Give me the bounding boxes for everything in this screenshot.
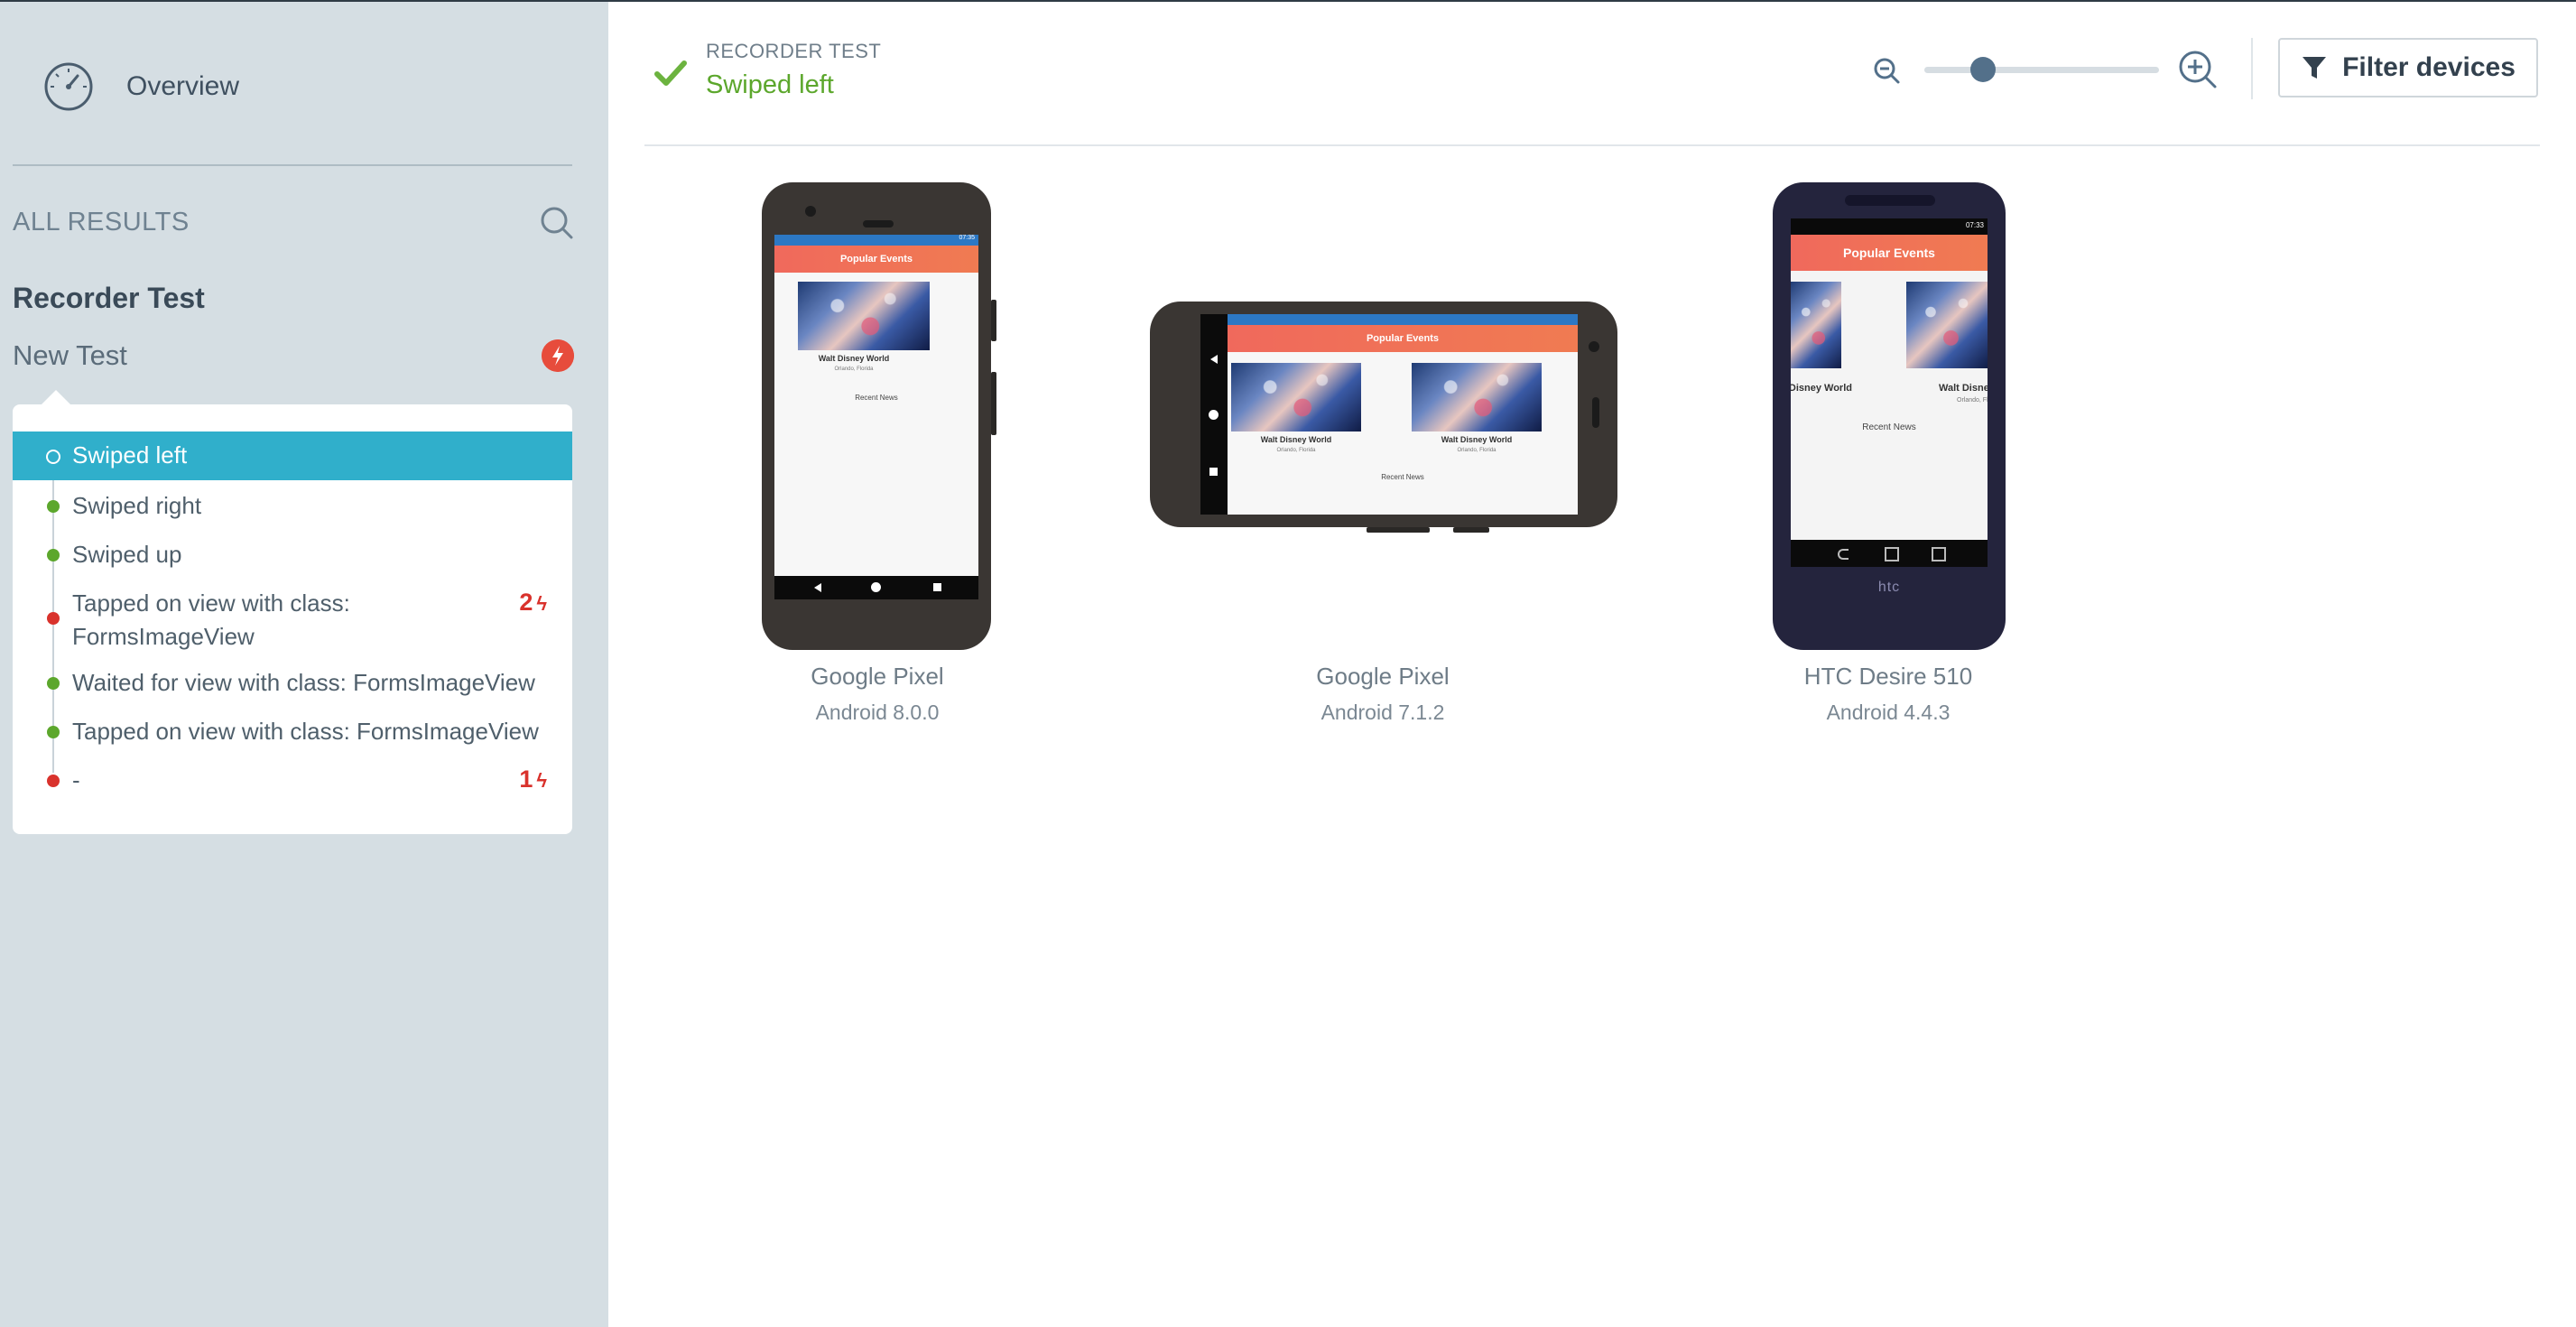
step-status-dot	[47, 612, 60, 625]
all-results-heading: ALL RESULTS	[13, 208, 190, 237]
device-os-version: Android 4.4.3	[1826, 701, 1951, 724]
event-title: Walt Disney World	[1260, 435, 1332, 444]
app-bar-title: Popular Events	[1228, 325, 1578, 352]
zoom-in-icon[interactable]	[2177, 49, 2219, 90]
filter-icon	[2303, 57, 2327, 79]
lightning-icon	[542, 339, 574, 372]
failure-count: 2ϟ	[519, 589, 547, 617]
sidebar: Overview ALL RESULTS Recorder Test New T…	[0, 2, 608, 1327]
toolbar-separator	[2251, 38, 2253, 99]
event-image	[1412, 363, 1542, 432]
event-location: Orlando, Florida	[1457, 448, 1496, 453]
status-time: 07:35	[959, 235, 975, 241]
event-title: Walt Disney World	[1441, 435, 1513, 444]
step-label: Waited for view with class: FormsImageVi…	[72, 669, 535, 696]
step-label: -	[72, 766, 80, 793]
lightning-icon: ϟ	[536, 592, 547, 615]
step-status-dot	[47, 500, 60, 513]
phone-frame: 07:35 Popular Events Walt Disney World O…	[762, 182, 996, 650]
device-screen: Popular Events Walt Disney World Walt Di…	[1200, 314, 1578, 515]
android-nav-bar	[774, 576, 978, 599]
page-title: Swiped left	[706, 70, 834, 99]
step-label: Swiped up	[72, 541, 182, 568]
step-status-dot	[47, 549, 60, 561]
device-name: HTC Desire 510	[1803, 663, 1973, 690]
app-bar-title: Popular Events	[1791, 235, 1988, 271]
zoom-slider-handle[interactable]	[1970, 57, 1996, 82]
device-card[interactable]: 07:33 Popular Events Walt Disney World W…	[1773, 182, 2007, 652]
step-item[interactable]: Swiped up	[13, 531, 572, 580]
device-card[interactable]: 07:35 Popular Events Walt Disney World O…	[762, 182, 996, 652]
status-time: 07:33	[1965, 221, 1984, 229]
step-list: Swiped left Swiped right Swiped up Tappe…	[13, 404, 572, 834]
phone-frame: Popular Events Walt Disney World Walt Di…	[1150, 302, 1617, 533]
step-item[interactable]: Tapped on view with class: FormsImageVie…	[13, 580, 572, 655]
step-status-dot	[47, 726, 60, 738]
device-name: Google Pixel	[1316, 663, 1450, 690]
step-label: Tapped on view with class: FormsImageVie…	[72, 589, 350, 650]
filter-devices-button[interactable]: Filter devices	[2278, 38, 2538, 97]
event-image	[1231, 363, 1361, 432]
event-location: Orlando, Florida	[1957, 397, 1988, 404]
failure-count-value: 1	[519, 766, 533, 793]
checkmark-icon	[654, 60, 687, 86]
event-title: Walt Disney World	[1939, 383, 1988, 394]
test-name-item[interactable]: New Test	[13, 339, 127, 372]
device-os-version: Android 7.1.2	[1320, 701, 1445, 724]
event-location: Orlando, Florida	[834, 367, 874, 372]
breadcrumb: RECORDER TEST	[706, 40, 882, 62]
step-item[interactable]: Waited for view with class: FormsImageVi…	[13, 659, 572, 708]
section-title: Recent News	[855, 394, 898, 402]
step-item[interactable]: Swiped right	[13, 482, 572, 531]
step-label: Swiped left	[72, 441, 188, 469]
event-image	[1791, 282, 1841, 368]
filter-devices-label: Filter devices	[2342, 52, 2516, 82]
step-item[interactable]: Swiped left	[13, 432, 572, 480]
app-bar-title: Popular Events	[774, 246, 978, 273]
failure-count: 1ϟ	[519, 766, 547, 793]
step-label: Tapped on view with class: FormsImageVie…	[72, 718, 539, 745]
step-item[interactable]: Tapped on view with class: FormsImageVie…	[13, 708, 572, 756]
event-image	[1906, 282, 1988, 368]
panel-pointer	[42, 390, 70, 404]
lightning-icon: ϟ	[536, 769, 547, 792]
event-title: Walt Disney World	[1791, 383, 1852, 394]
zoom-out-icon[interactable]	[1872, 56, 1901, 85]
section-title: Recent News	[1381, 473, 1424, 481]
overview-nav-item[interactable]: Overview	[42, 60, 239, 114]
sidebar-divider	[13, 164, 572, 166]
device-os-version: Android 8.0.0	[815, 701, 940, 724]
htc-logo: htc	[1877, 580, 1901, 595]
event-location: Orlando, Florida	[1276, 448, 1316, 453]
device-screen: 07:35 Popular Events Walt Disney World O…	[774, 235, 978, 599]
step-status-dot	[47, 775, 60, 787]
event-image	[798, 282, 930, 350]
step-item[interactable]: - 1ϟ	[13, 756, 572, 805]
zoom-slider-track[interactable]	[1924, 67, 2159, 73]
section-title: Recent News	[1862, 422, 1916, 432]
speedometer-icon	[44, 62, 93, 111]
test-suite-title: Recorder Test	[13, 282, 205, 314]
header-divider	[644, 144, 2540, 146]
step-status-dot	[46, 450, 60, 464]
event-title: Walt Disney World	[818, 354, 890, 363]
android-nav-bar	[1791, 540, 1988, 567]
overview-label: Overview	[126, 71, 240, 101]
failure-count-value: 2	[519, 589, 533, 616]
phone-frame: 07:33 Popular Events Walt Disney World W…	[1773, 182, 2006, 650]
android-nav-bar	[1200, 314, 1228, 515]
device-screen: 07:33 Popular Events Walt Disney World W…	[1791, 218, 1988, 540]
device-name: Google Pixel	[811, 663, 944, 690]
device-card[interactable]: Popular Events Walt Disney World Walt Di…	[1150, 302, 1619, 533]
step-label: Swiped right	[72, 492, 202, 519]
step-status-dot	[47, 677, 60, 690]
search-icon[interactable]	[538, 204, 574, 240]
